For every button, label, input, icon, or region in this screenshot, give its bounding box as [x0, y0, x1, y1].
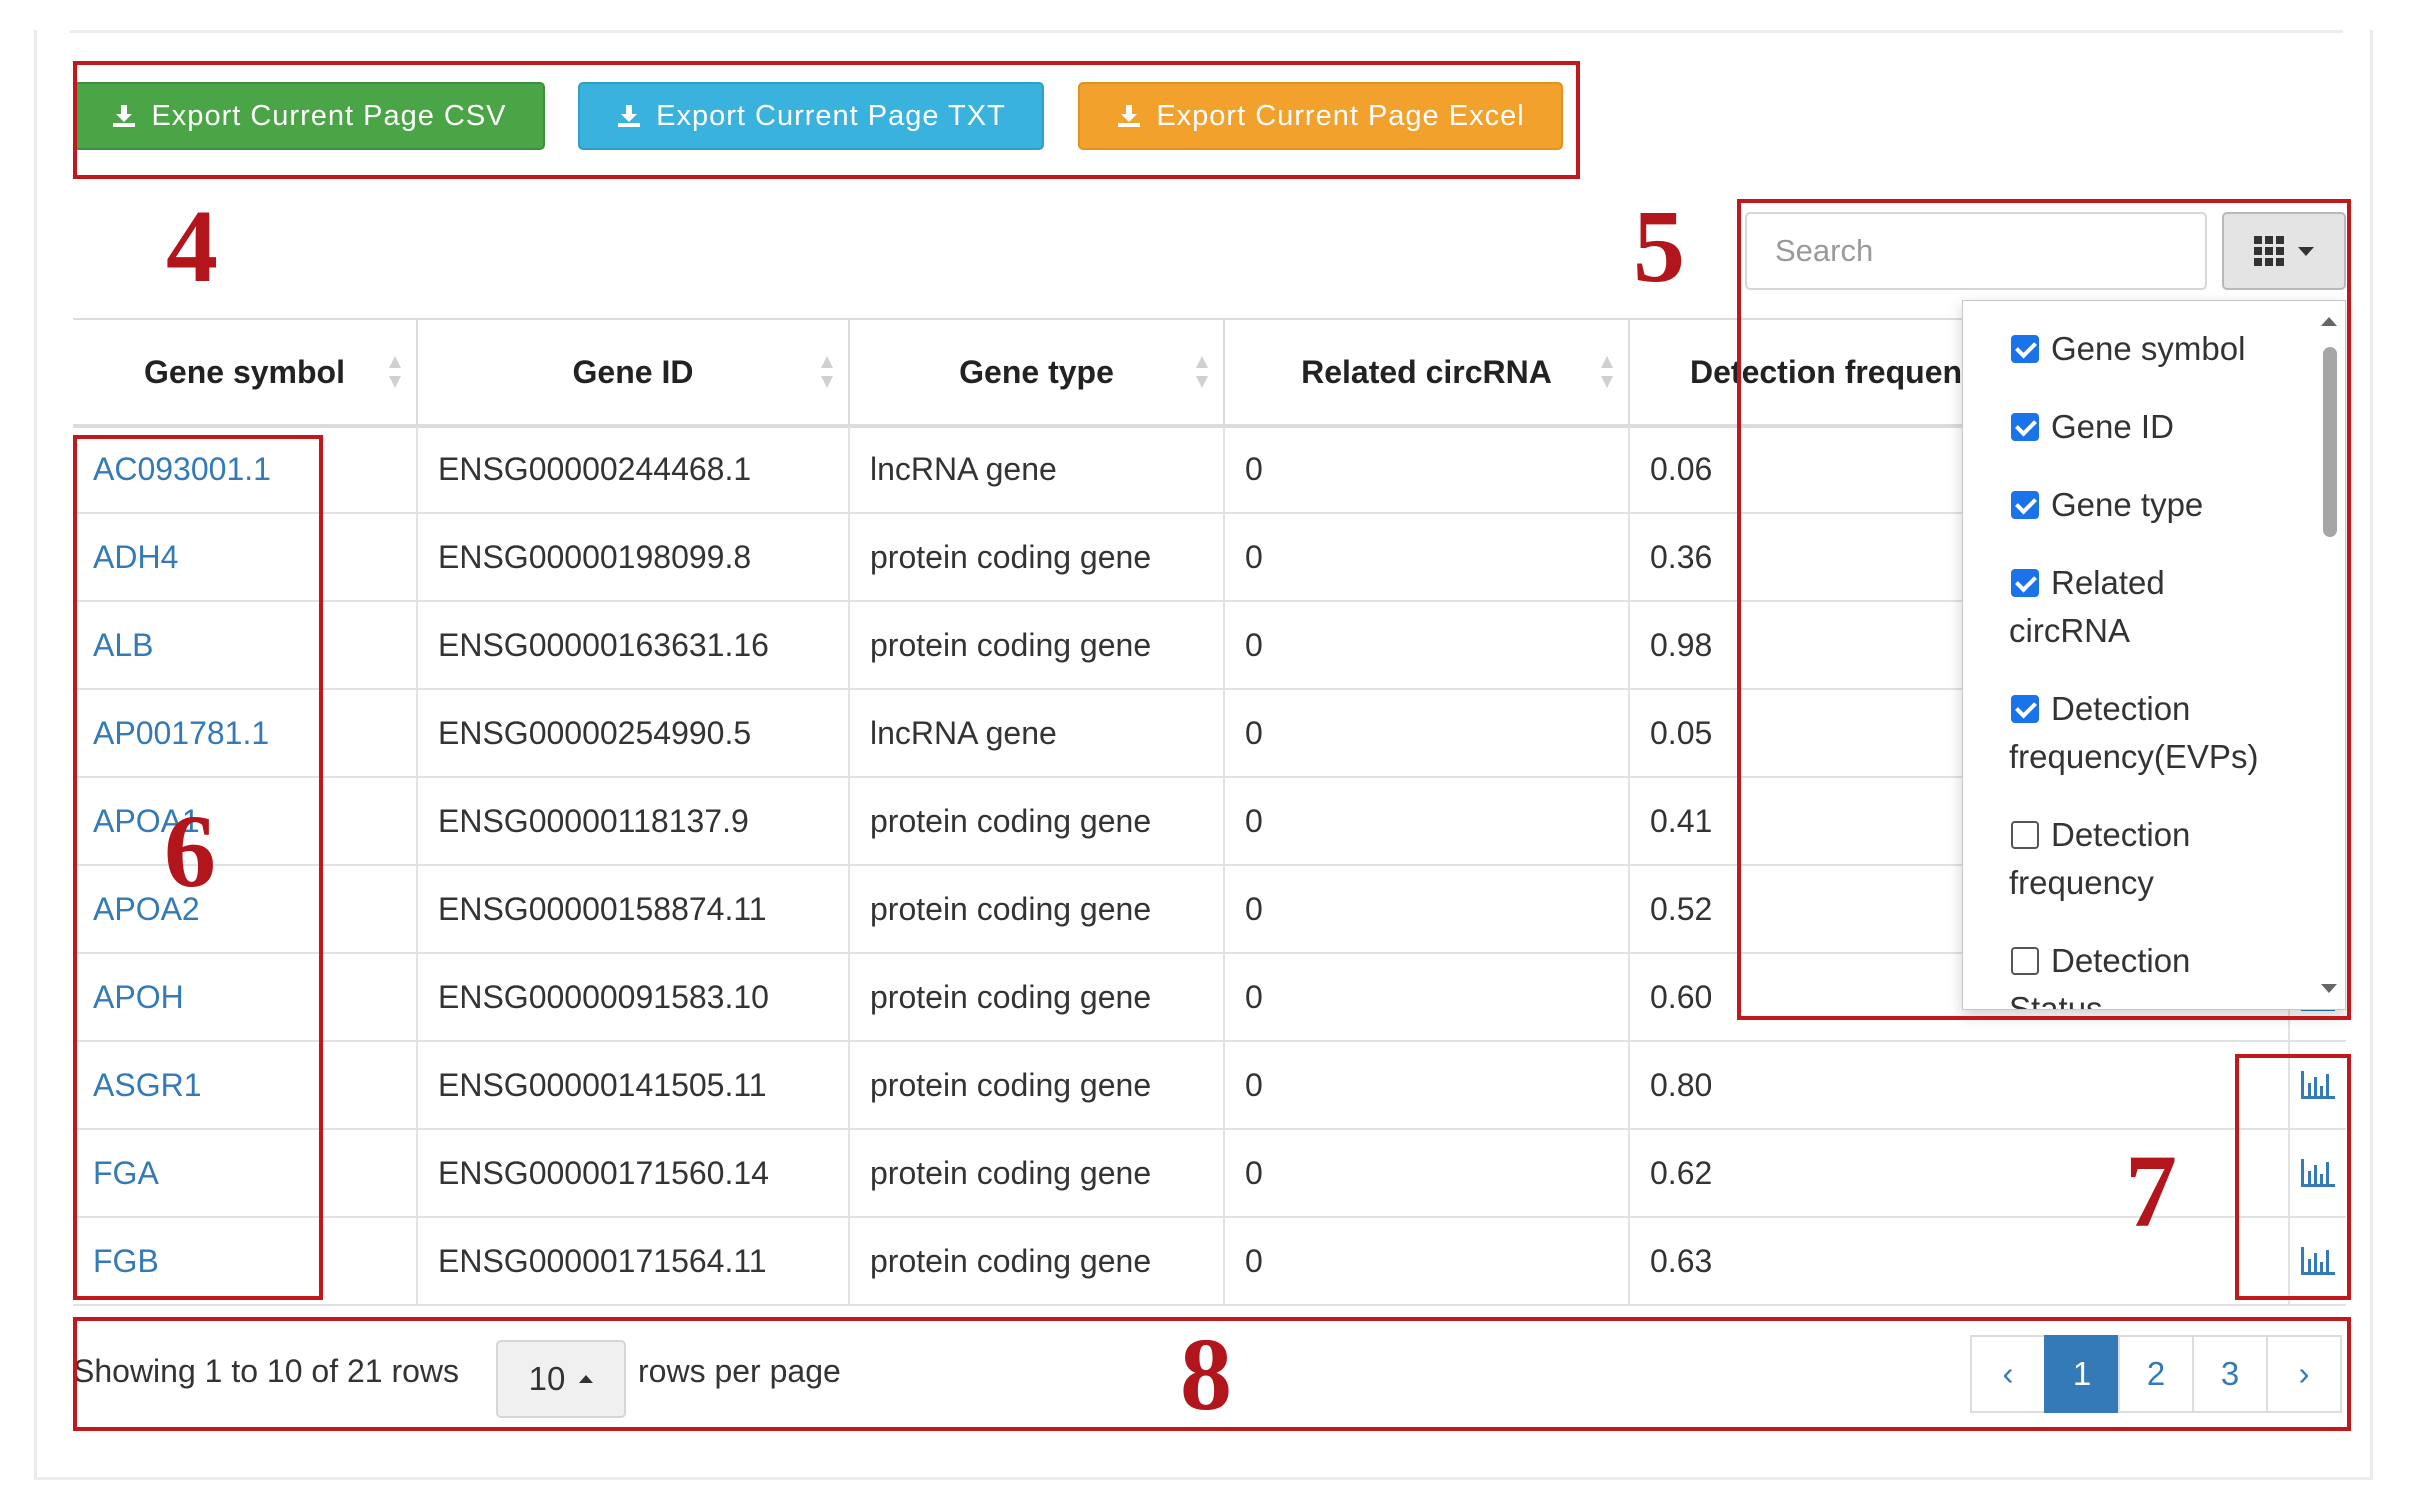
detection-frequency-cell: 0.63 — [1630, 1218, 2290, 1304]
related-circrna-cell: 0 — [1225, 866, 1630, 952]
annotation-box-chart-icons — [2235, 1054, 2351, 1300]
header-gene-id[interactable]: Gene ID — [418, 320, 850, 424]
gene-id-cell: ENSG00000254990.5 — [418, 690, 850, 776]
gene-type-cell: protein coding gene — [850, 778, 1225, 864]
gene-type-cell: protein coding gene — [850, 1218, 1225, 1304]
annotation-box-search-columns — [1737, 199, 2351, 1020]
header-label: Gene type — [959, 353, 1114, 390]
gene-type-cell: protein coding gene — [850, 1042, 1225, 1128]
table-row: ASGR1 ENSG00000141505.11 protein coding ge… — [73, 1042, 2346, 1130]
annotation-label-4: 4 — [166, 189, 218, 304]
gene-type-cell: protein coding gene — [850, 602, 1225, 688]
sort-icon — [821, 356, 833, 388]
gene-id-cell: ENSG00000141505.11 — [418, 1042, 850, 1128]
header-related-circrna[interactable]: Related circRNA — [1225, 320, 1630, 424]
header-gene-type[interactable]: Gene type — [850, 320, 1225, 424]
gene-type-cell: lncRNA gene — [850, 690, 1225, 776]
gene-id-cell: ENSG00000091583.10 — [418, 954, 850, 1040]
header-label: Gene ID — [572, 353, 694, 390]
detection-frequency-cell: 0.62 — [1630, 1130, 2290, 1216]
related-circrna-cell: 0 — [1225, 954, 1630, 1040]
annotation-label-7: 7 — [2125, 1134, 2177, 1249]
header-label: Gene symbol — [144, 353, 345, 390]
annotation-label-8: 8 — [1180, 1317, 1232, 1432]
gene-type-cell: lncRNA gene — [850, 426, 1225, 512]
gene-id-cell: ENSG00000171564.11 — [418, 1218, 850, 1304]
table-row: FGA ENSG00000171560.14 protein coding gene… — [73, 1130, 2346, 1218]
annotation-box-export — [73, 61, 1580, 179]
related-circrna-cell: 0 — [1225, 514, 1630, 600]
related-circrna-cell: 0 — [1225, 602, 1630, 688]
gene-type-cell: protein coding gene — [850, 866, 1225, 952]
detection-frequency-cell: 0.80 — [1630, 1042, 2290, 1128]
related-circrna-cell: 0 — [1225, 1042, 1630, 1128]
annotation-label-6: 6 — [164, 794, 216, 909]
gene-id-cell: ENSG00000244468.1 — [418, 426, 850, 512]
sort-icon — [389, 356, 401, 388]
sort-icon — [1601, 356, 1613, 388]
top-divider — [70, 30, 2343, 33]
header-label: Related circRNA — [1301, 353, 1552, 390]
related-circrna-cell: 0 — [1225, 1218, 1630, 1304]
gene-type-cell: protein coding gene — [850, 1130, 1225, 1216]
gene-id-cell: ENSG00000163631.16 — [418, 602, 850, 688]
related-circrna-cell: 0 — [1225, 426, 1630, 512]
gene-id-cell: ENSG00000198099.8 — [418, 514, 850, 600]
table-row: FGB ENSG00000171564.11 protein coding gene… — [73, 1218, 2346, 1306]
gene-type-cell: protein coding gene — [850, 954, 1225, 1040]
related-circrna-cell: 0 — [1225, 1130, 1630, 1216]
gene-id-cell: ENSG00000158874.11 — [418, 866, 850, 952]
annotation-label-5: 5 — [1633, 189, 1685, 304]
related-circrna-cell: 0 — [1225, 690, 1630, 776]
gene-id-cell: ENSG00000118137.9 — [418, 778, 850, 864]
gene-id-cell: ENSG00000171560.14 — [418, 1130, 850, 1216]
header-gene-symbol[interactable]: Gene symbol — [73, 320, 418, 424]
related-circrna-cell: 0 — [1225, 778, 1630, 864]
sort-icon — [1196, 356, 1208, 388]
gene-type-cell: protein coding gene — [850, 514, 1225, 600]
